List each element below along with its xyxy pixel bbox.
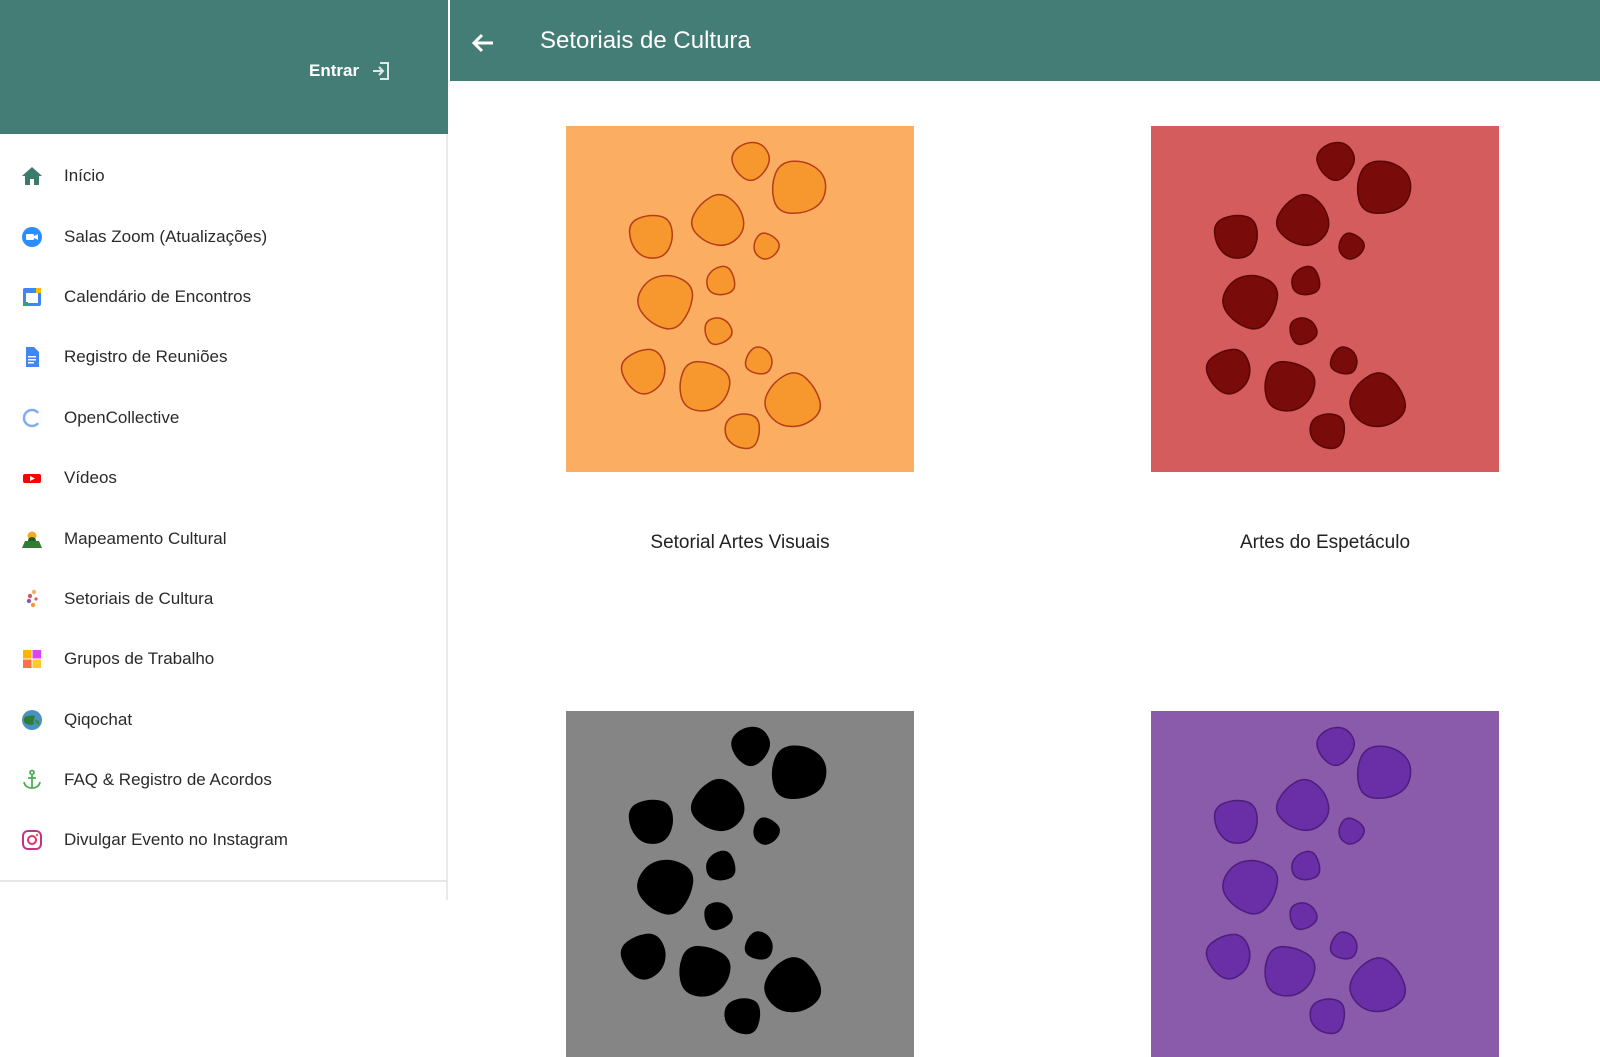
nav-item-qiqochat[interactable]: Qiqochat (0, 690, 446, 750)
nav-item-salas-zoom[interactable]: Salas Zoom (Atualizações) (0, 206, 446, 266)
setorial-image (1151, 126, 1499, 472)
back-arrow-icon[interactable] (468, 28, 498, 58)
nav-label: Salas Zoom (Atualizações) (64, 226, 268, 246)
navigation-drawer: Entrar Início Salas Zoom (Atualizações) (0, 0, 448, 900)
card-artes-espetaculo[interactable]: Artes do Espetáculo (1151, 126, 1499, 553)
nav-item-mapeamento[interactable]: Mapeamento Cultural (0, 508, 446, 568)
calendar-icon (20, 285, 44, 309)
setoriais-icon (20, 587, 44, 611)
stone-shape (1356, 745, 1412, 800)
map-person-icon (20, 527, 44, 551)
stone-shape (771, 745, 827, 800)
nav-item-inicio[interactable]: Início (0, 146, 446, 206)
page-title: Setoriais de Cultura (540, 27, 751, 54)
nav-list: Início Salas Zoom (Atualizações) Calendá… (0, 146, 446, 871)
setorial-image (566, 126, 914, 472)
nav-label: Divulgar Evento no Instagram (64, 830, 288, 850)
card-setorial-3[interactable] (566, 711, 914, 1057)
divider (0, 880, 446, 882)
setorial-image (1151, 711, 1499, 1057)
nav-label: Setoriais de Cultura (64, 588, 214, 608)
zoom-icon (20, 225, 44, 249)
nav-item-faq[interactable]: FAQ & Registro de Acordos (0, 750, 446, 810)
nav-item-opencollective[interactable]: OpenCollective (0, 388, 446, 448)
stone-shape (771, 160, 827, 215)
groups-icon (20, 647, 44, 671)
card-artes-visuais[interactable]: Setorial Artes Visuais (566, 126, 914, 553)
setorial-image (566, 711, 914, 1057)
nav-item-videos[interactable]: Vídeos (0, 448, 446, 508)
nav-label: Início (64, 166, 105, 186)
nav-label: Grupos de Trabalho (64, 649, 215, 669)
login-button[interactable]: Entrar (309, 58, 391, 84)
nav-item-grupos-trabalho[interactable]: Grupos de Trabalho (0, 629, 446, 689)
home-icon (20, 164, 44, 188)
nav-label: Mapeamento Cultural (64, 528, 227, 548)
anchor-icon (20, 768, 44, 792)
globe-icon (20, 708, 44, 732)
opencollective-icon (20, 406, 44, 430)
app-bar: Setoriais de Cultura (450, 0, 1600, 81)
nav-item-calendario[interactable]: Calendário de Encontros (0, 267, 446, 327)
card-setorial-4[interactable] (1151, 711, 1499, 1057)
nav-label: Calendário de Encontros (64, 286, 252, 306)
video-icon (20, 466, 44, 490)
nav-label: Registro de Reuniões (64, 347, 228, 367)
document-icon (20, 345, 44, 369)
nav-label: Qiqochat (64, 709, 133, 729)
drawer-header: Entrar (0, 0, 448, 134)
login-icon (371, 61, 391, 81)
nav-item-instagram[interactable]: Divulgar Evento no Instagram (0, 810, 446, 870)
nav-item-setoriais[interactable]: Setoriais de Cultura (0, 569, 446, 629)
instagram-icon (20, 828, 44, 852)
card-label: Artes do Espetáculo (1239, 532, 1411, 553)
login-label: Entrar (309, 61, 360, 80)
card-label: Setorial Artes Visuais (650, 532, 830, 553)
stone-shape (1356, 160, 1412, 215)
nav-label: FAQ & Registro de Acordos (64, 770, 272, 790)
nav-label: OpenCollective (64, 407, 180, 427)
nav-label: Vídeos (64, 468, 117, 488)
nav-item-registro-reunioes[interactable]: Registro de Reuniões (0, 327, 446, 387)
